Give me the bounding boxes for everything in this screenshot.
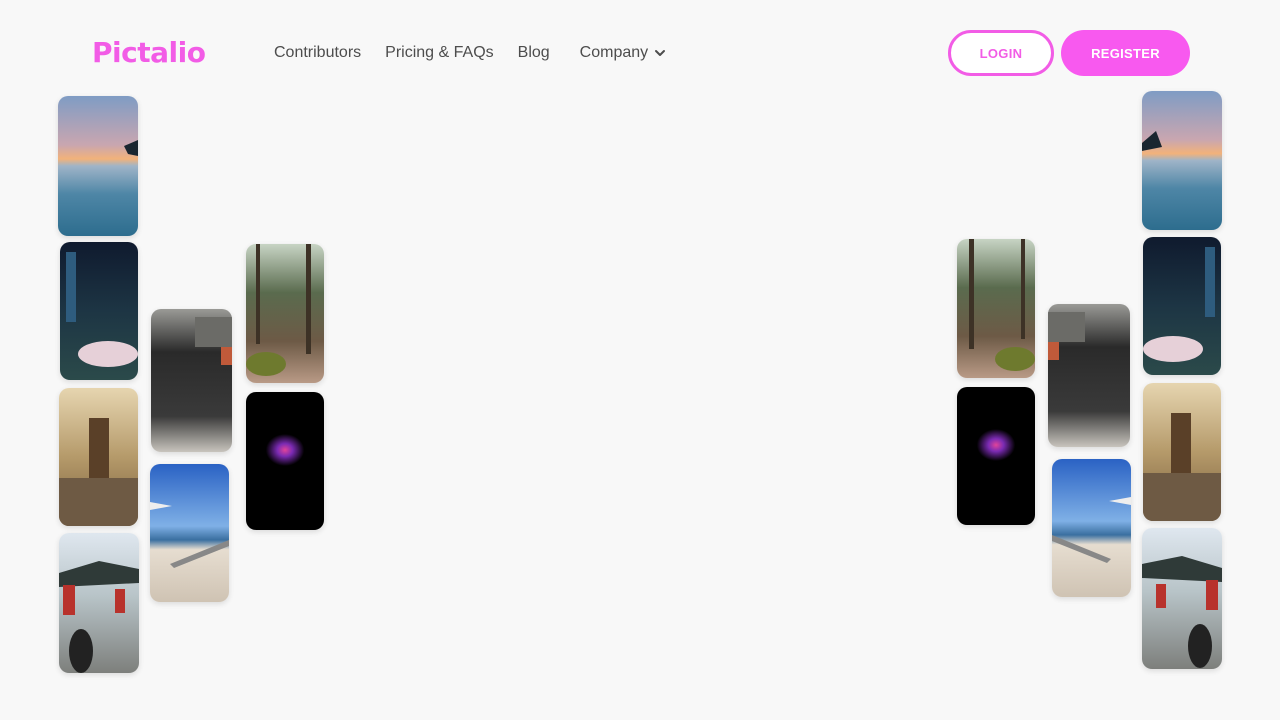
photo-ornate-hall-terrace <box>1143 383 1221 521</box>
nav-contributors[interactable]: Contributors <box>274 41 361 65</box>
photo-beach-walkway <box>150 464 229 602</box>
photo-building-entrance <box>1048 304 1130 447</box>
photo-glowing-tree-night <box>246 392 324 530</box>
nav-company-label: Company <box>579 44 649 61</box>
nav-company-dropdown[interactable]: Company <box>580 41 666 65</box>
photo-building-entrance <box>151 309 232 452</box>
register-button[interactable]: REGISTER <box>1061 30 1190 76</box>
photo-ornate-hall-terrace <box>59 388 138 526</box>
photo-beach-walkway <box>1052 459 1131 597</box>
photo-sunset-infinity-pool <box>1142 91 1222 230</box>
nav-blog[interactable]: Blog <box>518 41 550 65</box>
photo-glowing-tree-night <box>957 387 1035 525</box>
photo-forest-path <box>957 239 1035 378</box>
brand-logo[interactable]: Pictalio <box>92 33 206 73</box>
photo-temple-courtyard <box>59 533 139 673</box>
site-header: Pictalio Contributors Pricing & FAQs Blo… <box>0 0 1280 106</box>
photo-sunset-infinity-pool <box>58 96 138 236</box>
chevron-down-icon <box>654 47 666 59</box>
photo-forest-path <box>246 244 324 383</box>
main-nav: Contributors Pricing & FAQs Blog Company <box>274 41 666 65</box>
photo-temple-courtyard <box>1142 528 1222 669</box>
nav-pricing-faqs[interactable]: Pricing & FAQs <box>385 41 493 65</box>
photo-night-street <box>1143 237 1221 375</box>
photo-night-street <box>60 242 138 380</box>
login-button[interactable]: LOGIN <box>948 30 1054 76</box>
